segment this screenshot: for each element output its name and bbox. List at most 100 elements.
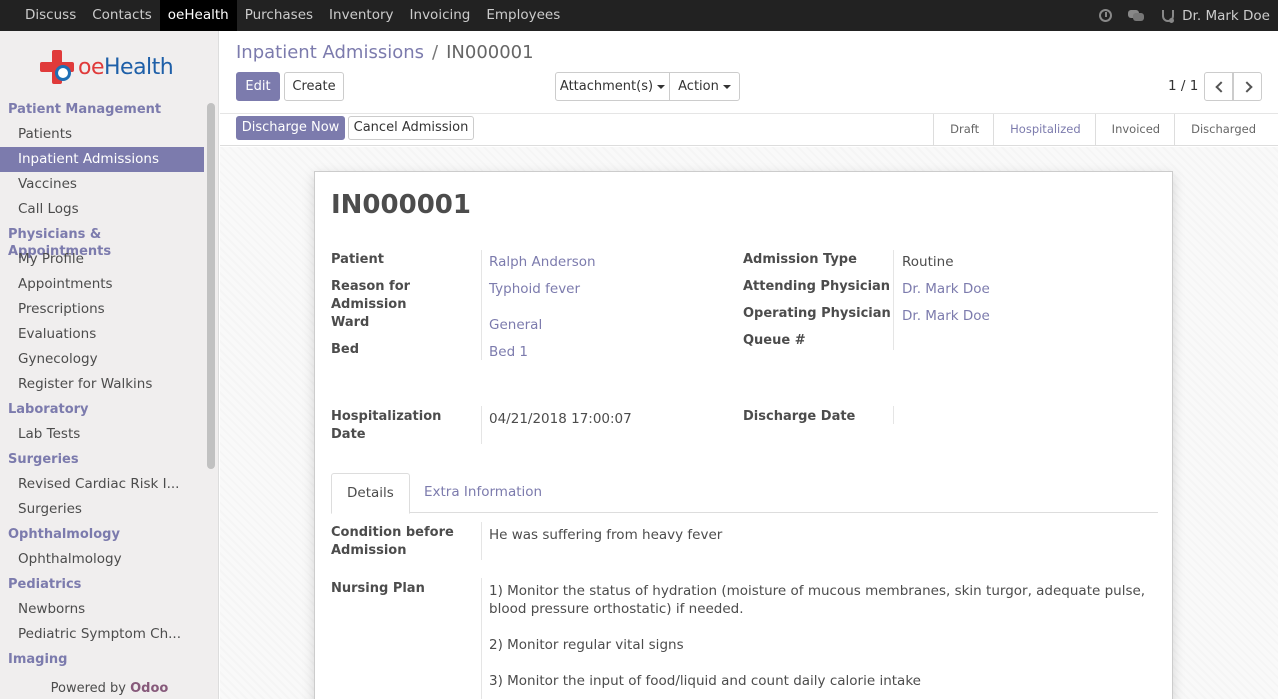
cancel-admission-button[interactable]: Cancel Admission <box>348 116 474 140</box>
stage-invoiced[interactable]: Invoiced <box>1094 114 1174 145</box>
stethoscope-icon <box>1160 8 1176 24</box>
chat-icon[interactable] <box>1128 8 1145 24</box>
section-ophthalmology: Ophthalmology <box>8 527 120 542</box>
powered-prefix: Powered by <box>50 681 131 696</box>
tab-extra-information[interactable]: Extra Information <box>409 473 557 513</box>
stage-hospitalized[interactable]: Hospitalized <box>993 114 1095 145</box>
edit-button[interactable]: Edit <box>236 72 280 101</box>
operating-physician-label: Operating Physician <box>743 306 891 321</box>
stage-draft[interactable]: Draft <box>933 114 993 145</box>
sidebar-item-lab-tests[interactable]: Lab Tests <box>0 422 204 447</box>
menu-purchases[interactable]: Purchases <box>237 0 321 31</box>
caret-down-icon <box>657 84 666 89</box>
discharge-date-label: Discharge Date <box>743 409 856 424</box>
action-label: Action <box>678 79 719 94</box>
chevron-right-icon[interactable] <box>1233 72 1262 101</box>
sidebar-item-gynecology[interactable]: Gynecology <box>0 347 204 372</box>
menu-invoicing[interactable]: Invoicing <box>402 0 479 31</box>
menu-inventory[interactable]: Inventory <box>321 0 401 31</box>
reason-label-line1: Reason for <box>331 279 411 294</box>
sidebar-item-call-logs[interactable]: Call Logs <box>0 197 204 222</box>
logo-text-b: Health <box>104 54 174 80</box>
user-menu[interactable]: Dr. Mark Doe <box>1182 8 1270 24</box>
sidebar-item-inpatient-admissions[interactable]: Inpatient Admissions <box>0 147 204 172</box>
create-button[interactable]: Create <box>284 72 344 101</box>
breadcrumb: Inpatient Admissions / IN000001 <box>236 42 534 63</box>
section-surgeries: Surgeries <box>8 452 79 467</box>
admission-type-label: Admission Type <box>743 252 857 267</box>
sidebar-item-surgeries[interactable]: Surgeries <box>0 497 204 522</box>
reason-value[interactable]: Typhoid fever <box>489 280 580 298</box>
action-dropdown[interactable]: Action <box>669 72 740 101</box>
sidebar-item-vaccines[interactable]: Vaccines <box>0 172 204 197</box>
sidebar-item-ophthalmology[interactable]: Ophthalmology <box>0 547 204 572</box>
section-laboratory: Laboratory <box>8 402 89 417</box>
ward-value[interactable]: General <box>489 316 542 334</box>
form-sheet: IN000001 Patient Ralph Anderson Reason f… <box>314 171 1173 699</box>
sidebar-item-prescriptions[interactable]: Prescriptions <box>0 297 204 322</box>
condition-value: He was suffering from heavy fever <box>489 527 723 543</box>
attachments-dropdown[interactable]: Attachment(s) <box>555 72 670 101</box>
stage-discharged[interactable]: Discharged <box>1174 114 1270 145</box>
oehealth-logo: oeHealth <box>40 47 174 87</box>
section-pediatrics: Pediatrics <box>8 577 82 592</box>
chevron-left-icon[interactable] <box>1204 72 1233 101</box>
menu-employees[interactable]: Employees <box>478 0 568 31</box>
bed-value[interactable]: Bed 1 <box>489 343 528 361</box>
sidebar-item-newborns[interactable]: Newborns <box>0 597 204 622</box>
sidebar-item-register-walkins[interactable]: Register for Walkins <box>0 372 204 397</box>
attachments-label: Attachment(s) <box>559 79 654 94</box>
tab-details[interactable]: Details <box>331 473 410 514</box>
logo-text-a: oe <box>78 54 105 80</box>
hospitalization-divider <box>481 406 482 444</box>
sidebar-item-patients[interactable]: Patients <box>0 122 204 147</box>
systray: Dr. Mark Doe <box>1099 0 1278 31</box>
condition-label-line1: Condition before <box>331 525 454 540</box>
discharge-date-divider <box>893 406 894 424</box>
nursing-plan-line-2: 2) Monitor regular vital signs <box>489 637 684 653</box>
section-imaging: Imaging <box>8 652 68 667</box>
sidebar-scrollbar[interactable] <box>207 103 215 469</box>
menu-contacts[interactable]: Contacts <box>84 0 160 31</box>
nursing-plan-label: Nursing Plan <box>331 581 425 596</box>
condition-divider <box>481 522 482 560</box>
queue-label: Queue # <box>743 333 806 348</box>
section-patient-management: Patient Management <box>8 102 162 117</box>
sidebar-item-cardiac-risk[interactable]: Revised Cardiac Risk I... <box>0 472 204 497</box>
sidebar-item-evaluations[interactable]: Evaluations <box>0 322 204 347</box>
hospitalization-label-line2: Date <box>331 427 366 442</box>
admission-type-value: Routine <box>902 254 954 270</box>
bed-label: Bed <box>331 342 360 357</box>
nursing-plan-line-1b: blood pressure orthostatic) if needed. <box>489 601 744 617</box>
discharge-now-button[interactable]: Discharge Now <box>236 116 345 140</box>
hospitalization-label-line1: Hospitalization <box>331 409 442 424</box>
section-physicians-appointments: Physicians & Appointments <box>8 227 112 259</box>
nursing-plan-divider <box>481 578 482 699</box>
record-title: IN000001 <box>331 190 471 220</box>
sidebar-item-appointments[interactable]: Appointments <box>0 272 204 297</box>
patient-label: Patient <box>331 252 384 267</box>
menu-oehealth[interactable]: oeHealth <box>159 0 237 31</box>
pager-value[interactable]: 1 / 1 <box>1168 78 1198 94</box>
top-navbar: Discuss Contacts oeHealth Purchases Inve… <box>0 0 1278 31</box>
ward-label: Ward <box>331 315 370 330</box>
main-content: Inpatient Admissions / IN000001 Edit Cre… <box>220 31 1278 699</box>
sidebar: oeHealth Patient Management Patients Inp… <box>0 31 219 699</box>
clock-icon[interactable] <box>1099 9 1113 22</box>
medical-cross-icon <box>40 50 74 84</box>
left-group-divider <box>481 250 482 360</box>
menu-discuss[interactable]: Discuss <box>0 0 84 31</box>
sidebar-menu: Patient Management Patients Inpatient Ad… <box>0 97 204 672</box>
breadcrumb-separator: / <box>432 42 439 63</box>
operating-physician-value[interactable]: Dr. Mark Doe <box>902 307 990 325</box>
attending-physician-label: Attending Physician <box>743 279 891 294</box>
notebook-tabs: Details Extra Information <box>331 473 1158 514</box>
reason-label-line2: Admission <box>331 297 407 312</box>
odoo-link[interactable]: Odoo <box>130 681 168 696</box>
patient-value[interactable]: Ralph Anderson <box>489 253 596 271</box>
attending-physician-value[interactable]: Dr. Mark Doe <box>902 280 990 298</box>
sidebar-item-pediatric-symptom[interactable]: Pediatric Symptom Ch... <box>0 622 204 647</box>
status-stages: Draft Hospitalized Invoiced Discharged <box>933 114 1270 145</box>
nursing-plan-line-1a: 1) Monitor the status of hydration (mois… <box>489 583 1146 599</box>
breadcrumb-parent[interactable]: Inpatient Admissions <box>236 42 424 63</box>
